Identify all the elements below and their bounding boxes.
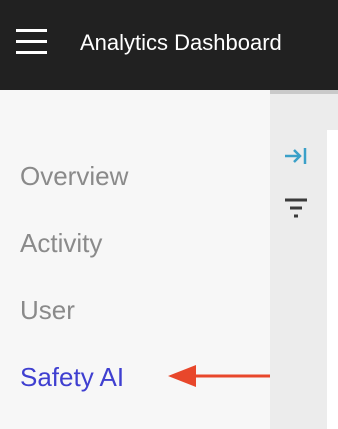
sidebar-item-user[interactable]: User (20, 294, 75, 326)
app-title: Analytics Dashboard (80, 30, 282, 55)
sidebar-item-activity[interactable]: Activity (20, 227, 102, 259)
rail-top-border (270, 90, 338, 94)
red-arrow-left-icon (168, 365, 270, 387)
filter-icon[interactable] (283, 196, 309, 220)
hamburger-bar-top (16, 29, 47, 32)
hamburger-bar-bottom (16, 51, 47, 54)
hamburger-menu-icon[interactable] (16, 29, 47, 55)
app-header: Analytics Dashboard (0, 0, 338, 90)
hamburger-bar-middle (16, 40, 47, 43)
content-card-edge (327, 130, 338, 429)
collapse-right-icon[interactable] (283, 145, 309, 167)
sidebar-item-safety-ai[interactable]: Safety AI (20, 361, 124, 393)
sidebar-item-overview[interactable]: Overview (20, 160, 128, 192)
